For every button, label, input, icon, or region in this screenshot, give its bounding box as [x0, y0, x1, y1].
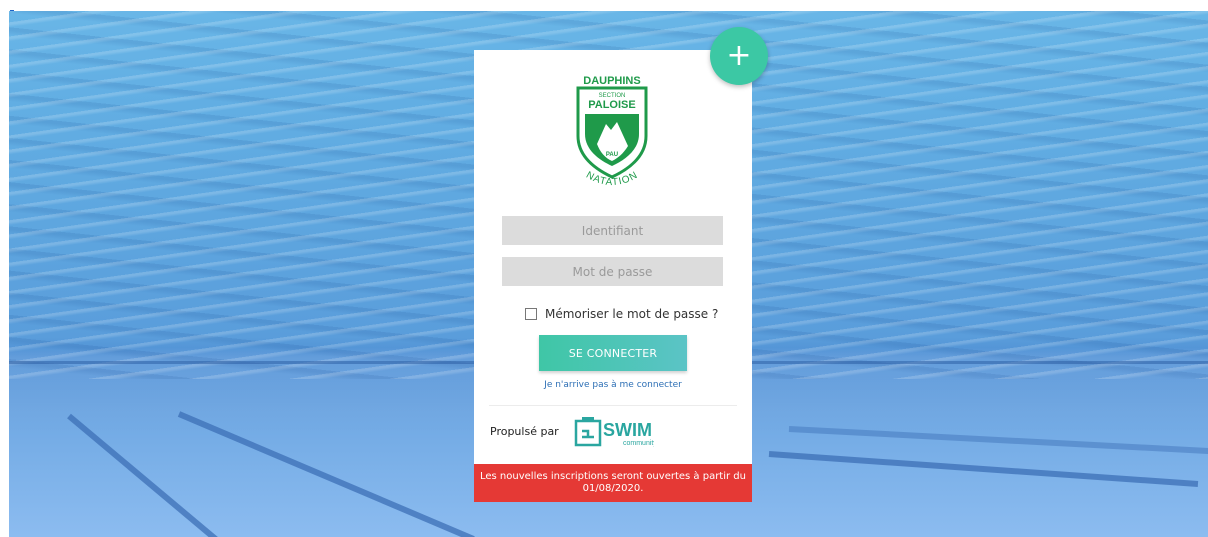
- login-card: DAUPHINS SECTION PALOISE PAU NATATION Mé…: [474, 50, 752, 502]
- remember-checkbox[interactable]: [525, 308, 537, 320]
- powered-by-label: Propulsé par: [490, 425, 559, 438]
- svg-text:community: community: [623, 440, 654, 447]
- remember-label: Mémoriser le mot de passe ?: [545, 307, 719, 321]
- svg-text:PALOISE: PALOISE: [588, 99, 635, 111]
- swim-community-logo[interactable]: SWIM community: [574, 415, 654, 449]
- plus-button[interactable]: +: [710, 27, 768, 85]
- registration-notice: Les nouvelles inscriptions seront ouvert…: [474, 464, 752, 502]
- password-input[interactable]: [502, 257, 723, 286]
- login-button[interactable]: SE CONNECTER: [539, 335, 687, 371]
- plus-icon: +: [726, 38, 752, 73]
- club-logo: DAUPHINS SECTION PALOISE PAU NATATION: [576, 75, 648, 188]
- divider: [489, 405, 737, 406]
- swim-badge-icon: [574, 417, 602, 447]
- forgot-login-link[interactable]: Je n'arrive pas à me connecter: [474, 380, 752, 390]
- username-input[interactable]: [502, 216, 723, 245]
- svg-text:DAUPHINS: DAUPHINS: [583, 75, 640, 87]
- remember-password-row[interactable]: Mémoriser le mot de passe ?: [525, 306, 718, 322]
- svg-text:PAU: PAU: [606, 152, 618, 158]
- svg-text:SWIM: SWIM: [603, 420, 652, 440]
